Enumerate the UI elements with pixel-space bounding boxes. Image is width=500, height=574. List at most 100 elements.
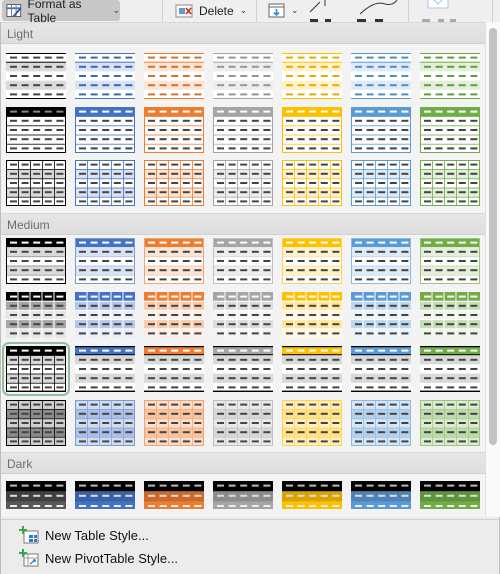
table-style-preview: [75, 238, 135, 284]
sensitivity-icon: [422, 0, 456, 22]
table-style-preview: [420, 400, 480, 446]
scrollbar-thumb[interactable]: [489, 28, 497, 445]
table-styles-gallery: Light Medium Dark: [1, 22, 485, 517]
table-style-light-1-gold[interactable]: [282, 53, 342, 99]
format-as-table-label: Format as Table: [27, 0, 82, 23]
table-style-preview: [144, 346, 204, 392]
table-style-dark-1-orange[interactable]: [144, 481, 204, 509]
table-style-medium-1-orange[interactable]: [144, 238, 204, 284]
table-style-light-2-green[interactable]: [420, 107, 480, 153]
delete-label: Delete: [199, 3, 234, 18]
table-style-preview: [75, 53, 135, 99]
table-style-preview: [351, 53, 411, 99]
table-style-medium-2-gray[interactable]: [213, 292, 273, 338]
table-style-light-1-black[interactable]: [6, 53, 66, 99]
table-style-light-3-gray[interactable]: [213, 160, 273, 206]
new-table-style-icon: [19, 526, 39, 544]
table-style-dark-1-green[interactable]: [420, 481, 480, 509]
table-style-light-2-black[interactable]: [6, 107, 66, 153]
table-style-preview: [282, 53, 342, 99]
table-style-light-1-green[interactable]: [420, 53, 480, 99]
table-style-medium-3-green[interactable]: [420, 346, 480, 392]
table-style-preview: [213, 481, 273, 509]
table-style-medium-1-gold[interactable]: [282, 238, 342, 284]
new-table-style-item[interactable]: New Table Style...: [19, 524, 149, 546]
table-style-medium-2-orange[interactable]: [144, 292, 204, 338]
table-style-medium-4-lightblue[interactable]: [351, 400, 411, 446]
table-style-light-2-gold[interactable]: [282, 107, 342, 153]
table-style-preview: [351, 400, 411, 446]
table-style-light-1-gray[interactable]: [213, 53, 273, 99]
delete-button[interactable]: Delete ⌄: [175, 0, 247, 21]
table-style-light-3-orange[interactable]: [144, 160, 204, 206]
table-style-medium-4-gold[interactable]: [282, 400, 342, 446]
table-style-preview: [282, 107, 342, 153]
table-style-dark-1-gray[interactable]: [213, 481, 273, 509]
table-style-preview: [420, 292, 480, 338]
table-style-medium-1-black[interactable]: [6, 238, 66, 284]
table-style-medium-4-black[interactable]: [6, 400, 66, 446]
table-style-preview: [351, 292, 411, 338]
table-style-medium-1-gray[interactable]: [213, 238, 273, 284]
table-style-medium-3-gray[interactable]: [213, 346, 273, 392]
table-style-light-2-lightblue[interactable]: [351, 107, 411, 153]
table-style-preview: [75, 346, 135, 392]
table-style-light-1-orange[interactable]: [144, 53, 204, 99]
table-style-preview: [351, 238, 411, 284]
table-style-preview: [6, 481, 66, 509]
table-style-light-3-green[interactable]: [420, 160, 480, 206]
table-style-medium-2-lightblue[interactable]: [351, 292, 411, 338]
table-style-medium-2-green[interactable]: [420, 292, 480, 338]
table-style-light-2-orange[interactable]: [144, 107, 204, 153]
table-style-preview: [420, 238, 480, 284]
table-style-preview: [6, 400, 66, 446]
table-style-preview: [144, 481, 204, 509]
table-style-preview: [351, 481, 411, 509]
table-style-dark-1-lightblue[interactable]: [351, 481, 411, 509]
ribbon-divider: [492, 0, 493, 22]
table-style-medium-3-gold[interactable]: [282, 346, 342, 392]
table-style-preview: [282, 292, 342, 338]
table-style-preview: [144, 400, 204, 446]
table-style-light-2-gray[interactable]: [213, 107, 273, 153]
table-style-dark-1-gold[interactable]: [282, 481, 342, 509]
table-style-preview: [144, 107, 204, 153]
table-style-medium-1-lightblue[interactable]: [351, 238, 411, 284]
table-style-dark-1-blue[interactable]: [75, 481, 135, 509]
table-style-light-1-blue[interactable]: [75, 53, 135, 99]
table-style-light-1-lightblue[interactable]: [351, 53, 411, 99]
vertical-scrollbar[interactable]: [485, 22, 500, 517]
table-style-preview: [75, 107, 135, 153]
table-style-medium-3-blue[interactable]: [75, 346, 135, 392]
format-as-table-button[interactable]: Format as Table ⌄: [2, 0, 120, 23]
table-style-medium-4-blue[interactable]: [75, 400, 135, 446]
table-style-light-3-blue[interactable]: [75, 160, 135, 206]
table-style-medium-2-blue[interactable]: [75, 292, 135, 338]
ribbon-divider: [256, 0, 257, 22]
table-style-medium-1-blue[interactable]: [75, 238, 135, 284]
table-style-light-3-lightblue[interactable]: [351, 160, 411, 206]
table-style-medium-4-orange[interactable]: [144, 400, 204, 446]
table-style-medium-3-orange[interactable]: [144, 346, 204, 392]
table-style-dark-1-black[interactable]: [6, 481, 66, 509]
table-style-light-3-black[interactable]: [6, 160, 66, 206]
table-style-medium-3-black[interactable]: [2, 342, 70, 396]
table-style-medium-4-gray[interactable]: [213, 400, 273, 446]
fill-button[interactable]: ⌄: [268, 0, 299, 21]
delete-cells-icon: [175, 4, 193, 17]
table-style-medium-2-black[interactable]: [6, 292, 66, 338]
table-style-medium-2-gold[interactable]: [282, 292, 342, 338]
table-style-preview: [6, 292, 66, 338]
table-style-light-3-gold[interactable]: [282, 160, 342, 206]
table-style-medium-3-lightblue[interactable]: [351, 346, 411, 392]
table-style-preview: [144, 53, 204, 99]
table-style-preview: [282, 481, 342, 509]
table-style-preview: [6, 53, 66, 99]
chevron-down-icon: ⌄: [239, 5, 248, 15]
table-style-preview: [6, 160, 66, 206]
table-style-medium-1-green[interactable]: [420, 238, 480, 284]
ribbon-divider: [408, 0, 409, 22]
new-pivottable-style-item[interactable]: New PivotTable Style...: [19, 547, 178, 569]
table-style-medium-4-green[interactable]: [420, 400, 480, 446]
table-style-light-2-blue[interactable]: [75, 107, 135, 153]
